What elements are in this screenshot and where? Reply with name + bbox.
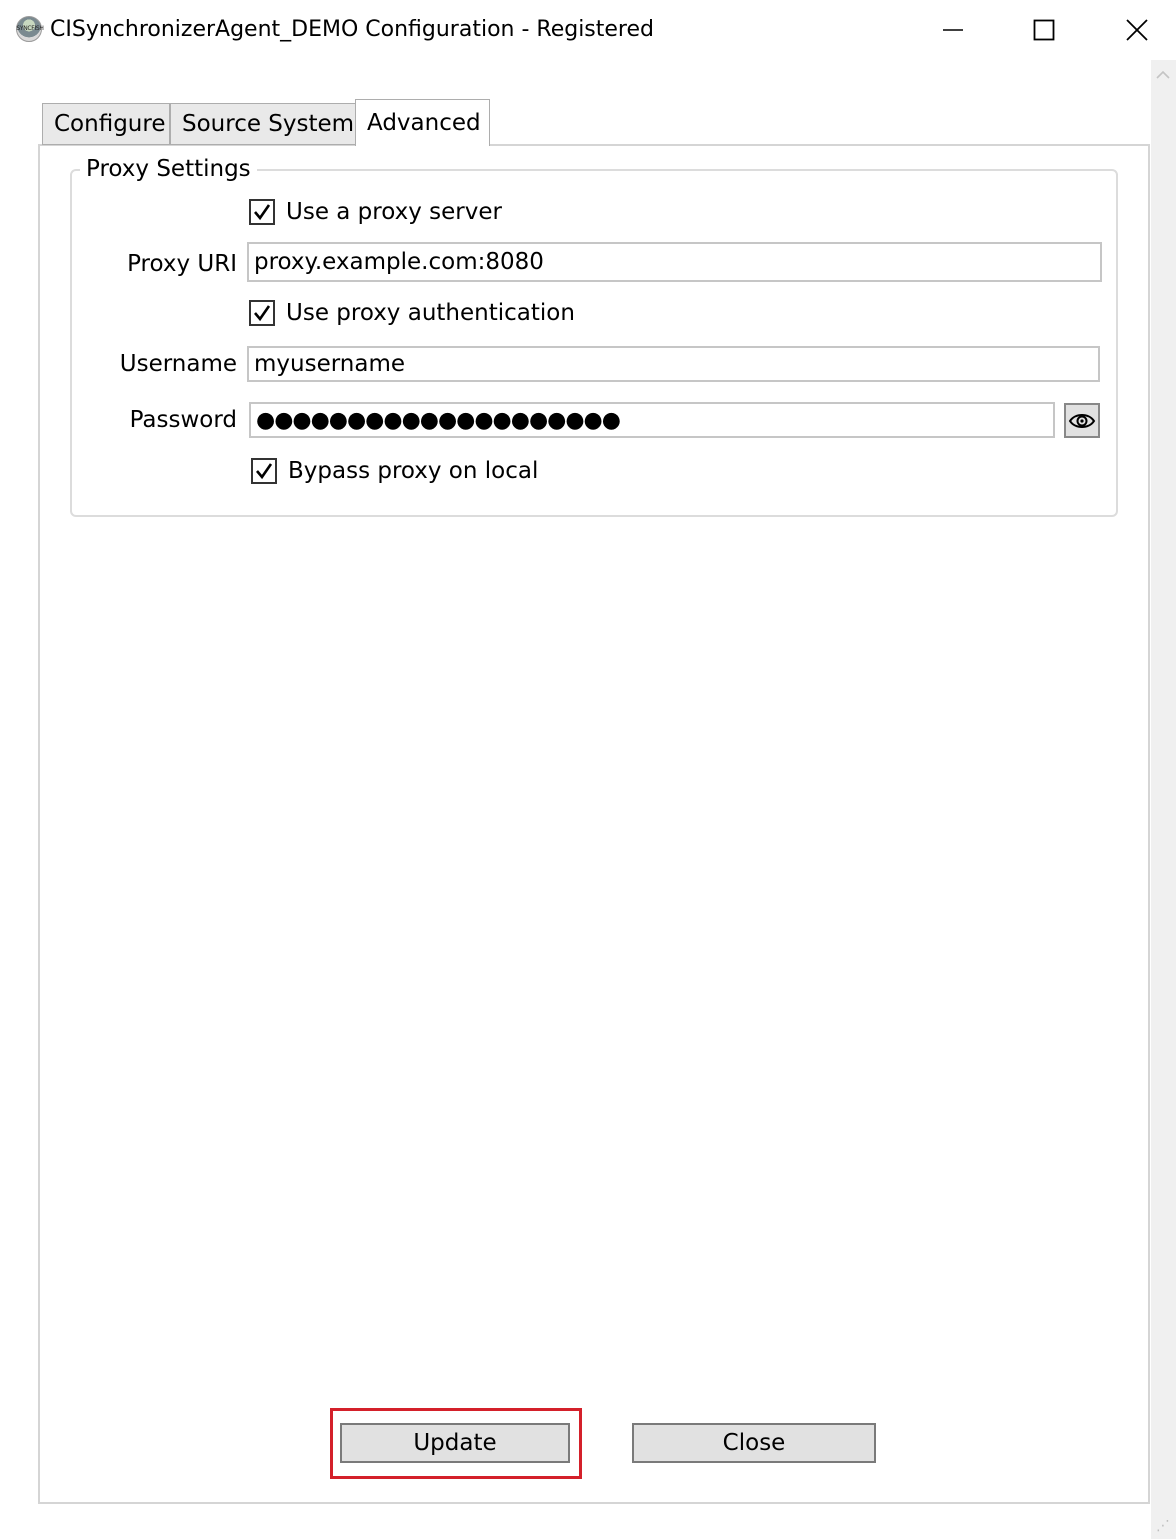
vertical-scrollbar[interactable] bbox=[1151, 60, 1176, 1539]
use-auth-checkbox[interactable] bbox=[249, 300, 275, 326]
use-proxy-checkbox[interactable] bbox=[249, 199, 275, 225]
password-input[interactable]: ●●●●●●●●●●●●●●●●●●●● bbox=[249, 402, 1055, 438]
proxy-settings-group bbox=[70, 169, 1118, 517]
minimize-button[interactable] bbox=[907, 0, 999, 60]
checkmark-icon bbox=[254, 305, 271, 322]
bypass-local-label: Bypass proxy on local bbox=[288, 458, 539, 484]
bypass-local-row[interactable]: Bypass proxy on local bbox=[251, 458, 538, 484]
close-icon bbox=[1126, 19, 1148, 41]
use-proxy-label: Use a proxy server bbox=[286, 199, 502, 225]
close-button[interactable]: Close bbox=[632, 1423, 876, 1463]
checkmark-icon bbox=[254, 204, 271, 221]
tab-source-systems[interactable]: Source Systems bbox=[170, 103, 366, 145]
proxy-uri-input[interactable]: proxy.example.com:8080 bbox=[247, 242, 1102, 282]
username-input[interactable]: myusername bbox=[247, 346, 1100, 382]
proxy-settings-title: Proxy Settings bbox=[80, 153, 257, 185]
tab-configure[interactable]: Configure bbox=[42, 103, 170, 145]
maximize-button[interactable] bbox=[998, 0, 1090, 60]
show-password-button[interactable] bbox=[1064, 403, 1100, 438]
update-button[interactable]: Update bbox=[340, 1423, 570, 1463]
close-window-button[interactable] bbox=[1091, 0, 1176, 60]
scroll-up-arrow-icon[interactable] bbox=[1155, 68, 1171, 80]
password-label: Password bbox=[129, 407, 237, 433]
proxy-uri-label: Proxy URI bbox=[127, 251, 237, 277]
minimize-icon bbox=[943, 29, 963, 31]
app-logo-text: SYNCFISH bbox=[16, 25, 44, 32]
checkmark-icon bbox=[256, 463, 273, 480]
maximize-icon bbox=[1033, 19, 1055, 41]
window-title: CISynchronizerAgent_DEMO Configuration -… bbox=[50, 17, 654, 42]
use-auth-label: Use proxy authentication bbox=[286, 300, 575, 326]
bypass-local-checkbox[interactable] bbox=[251, 458, 277, 484]
username-label: Username bbox=[119, 351, 237, 377]
use-auth-row[interactable]: Use proxy authentication bbox=[249, 300, 575, 326]
eye-icon bbox=[1068, 413, 1096, 428]
app-logo-icon: SYNCFISH bbox=[16, 16, 44, 42]
tab-advanced[interactable]: Advanced bbox=[355, 99, 490, 146]
resize-grip-icon[interactable]: ⋰ bbox=[1156, 1518, 1170, 1534]
use-proxy-row[interactable]: Use a proxy server bbox=[249, 199, 502, 225]
